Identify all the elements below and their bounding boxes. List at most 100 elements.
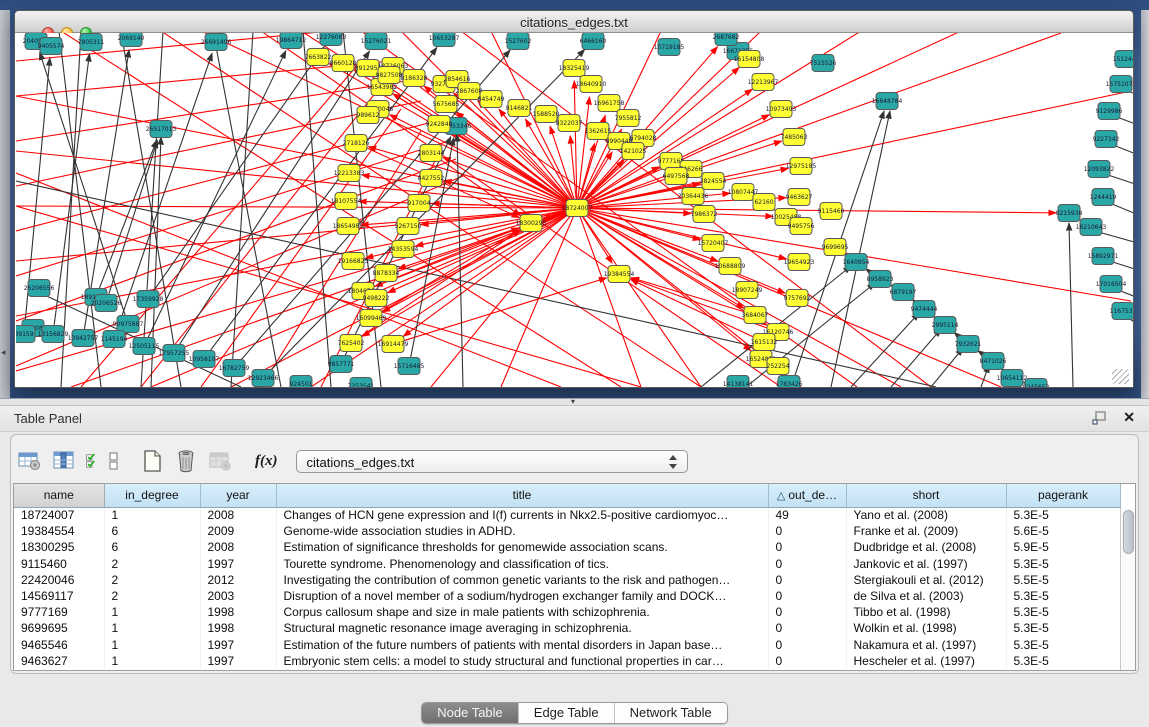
table-cell[interactable]: 2008	[200, 539, 276, 555]
table-cell[interactable]: Jankovic et al. (1997)	[846, 556, 1006, 572]
table-cell[interactable]: 0	[768, 539, 846, 555]
network-canvas[interactable]: 2040557940557478053112069140266914061986…	[16, 33, 1133, 387]
table-cell[interactable]: 2008	[200, 507, 276, 523]
table-cell[interactable]: Stergiakouli et al. (2012)	[846, 572, 1006, 588]
table-cell[interactable]: de Silva et al. (2003)	[846, 588, 1006, 604]
table-cell[interactable]: Structural magnetic resonance image aver…	[276, 620, 768, 636]
graph-edge[interactable]	[457, 134, 463, 387]
table-cell[interactable]: 1	[104, 653, 200, 669]
select-all-icon[interactable]	[85, 449, 99, 473]
table-cell[interactable]: 5.3E-5	[1006, 588, 1120, 604]
column-header-in_degree[interactable]: in_degree	[104, 484, 200, 507]
table-cell[interactable]: 22420046	[14, 572, 104, 588]
table-cell[interactable]: 5.3E-5	[1006, 620, 1120, 636]
table-cell[interactable]: 0	[768, 653, 846, 669]
table-row[interactable]: 969969511998Structural magnetic resonanc…	[14, 620, 1120, 636]
table-row[interactable]: 977716911998Corpus callosum shape and si…	[14, 604, 1120, 620]
table-cell[interactable]: Changes of HCN gene expression and I(f) …	[276, 507, 768, 523]
splitter-handle-icon[interactable]: ▾	[571, 397, 575, 406]
table-cell[interactable]: 6	[104, 523, 200, 539]
table-cell[interactable]: 5.5E-5	[1006, 572, 1120, 588]
table-cell[interactable]: Tourette syndrome. Phenomenology and cla…	[276, 556, 768, 572]
graph-edge[interactable]	[231, 33, 253, 387]
table-cell[interactable]: Yano et al. (2008)	[846, 507, 1006, 523]
graph-edge[interactable]	[40, 52, 126, 315]
table-cell[interactable]: Nakamura et al. (1997)	[846, 637, 1006, 653]
table-cell[interactable]: 1998	[200, 604, 276, 620]
table-cell[interactable]: Hescheler et al. (1997)	[846, 653, 1006, 669]
table-cell[interactable]: Embryonic stem cells: a model to study s…	[276, 653, 768, 669]
table-cell[interactable]: 0	[768, 523, 846, 539]
table-cell[interactable]: 0	[768, 556, 846, 572]
table-cell[interactable]: 1997	[200, 556, 276, 572]
table-cell[interactable]: 18724007	[14, 507, 104, 523]
table-cell[interactable]: Investigating the contribution of common…	[276, 572, 768, 588]
table-cell[interactable]: 18300295	[14, 539, 104, 555]
table-row[interactable]: 1830029562008Estimation of significance …	[14, 539, 1120, 555]
table-cell[interactable]: 2003	[200, 588, 276, 604]
table-cell[interactable]: Franke et al. (2009)	[846, 523, 1006, 539]
column-header-name[interactable]: name	[14, 484, 104, 507]
table-mode-icon[interactable]	[17, 449, 43, 473]
delete-columns-icon[interactable]	[173, 449, 199, 473]
column-header-out_de[interactable]: △out_de…	[768, 484, 846, 507]
graph-edge[interactable]	[931, 348, 963, 387]
column-header-year[interactable]: year	[200, 484, 276, 507]
function-builder-icon[interactable]: f(x)	[255, 453, 278, 470]
table-cell[interactable]: 1997	[200, 653, 276, 669]
graph-edge[interactable]	[577, 91, 1131, 208]
table-cell[interactable]: 5.3E-5	[1006, 556, 1120, 572]
show-columns-icon[interactable]	[51, 449, 77, 473]
table-cell[interactable]: 0	[768, 637, 846, 653]
create-new-column-icon[interactable]	[139, 449, 165, 473]
table-cell[interactable]: 9777169	[14, 604, 104, 620]
table-cell[interactable]: 14569117	[14, 588, 104, 604]
table-cell[interactable]: 1	[104, 637, 200, 653]
table-cell[interactable]: 6	[104, 539, 200, 555]
graph-edge[interactable]	[431, 208, 577, 387]
table-cell[interactable]: Disruption of a novel member of a sodium…	[276, 588, 768, 604]
table-cell[interactable]: 0	[768, 604, 846, 620]
table-scrollbar-thumb[interactable]	[1123, 510, 1134, 554]
column-header-pagerank[interactable]: pagerank	[1006, 484, 1120, 507]
table-cell[interactable]: 0	[768, 620, 846, 636]
resize-grip-icon[interactable]	[1112, 369, 1129, 384]
table-cell[interactable]: 2009	[200, 523, 276, 539]
column-header-title[interactable]: title	[276, 484, 768, 507]
table-cell[interactable]: Genome-wide association studies in ADHD.	[276, 523, 768, 539]
tab-node-table[interactable]: Node Table	[422, 703, 518, 723]
table-cell[interactable]: 2	[104, 588, 200, 604]
graph-edge[interactable]	[16, 181, 936, 387]
table-row[interactable]: 946554611997Estimation of the future num…	[14, 637, 1120, 653]
window-titlebar[interactable]: citations_edges.txt	[15, 11, 1133, 33]
table-cell[interactable]: 5.3E-5	[1006, 653, 1120, 669]
table-cell[interactable]: 5.3E-5	[1006, 637, 1120, 653]
table-cell[interactable]: 1998	[200, 620, 276, 636]
table-cell[interactable]: 1	[104, 620, 200, 636]
graph-edge[interactable]	[1069, 223, 1073, 387]
table-cell[interactable]: 5.3E-5	[1006, 604, 1120, 620]
graph-edge[interactable]	[148, 51, 286, 338]
tab-network-table[interactable]: Network Table	[614, 703, 727, 723]
right-splitter-strip[interactable]	[1141, 10, 1149, 398]
table-row[interactable]: 2242004622012Investigating the contribut…	[14, 572, 1120, 588]
table-cell[interactable]: 9465546	[14, 637, 104, 653]
graph-edge[interactable]	[402, 278, 607, 341]
collapse-left-icon[interactable]: ◂	[1, 348, 6, 357]
table-cell[interactable]: 19384554	[14, 523, 104, 539]
table-cell[interactable]: 0	[768, 588, 846, 604]
table-cell[interactable]: 2012	[200, 572, 276, 588]
horizontal-splitter[interactable]: ▾	[0, 398, 1149, 406]
column-header-short[interactable]: short	[846, 484, 1006, 507]
tab-edge-table[interactable]: Edge Table	[518, 703, 614, 723]
table-cell[interactable]: 1	[104, 604, 200, 620]
delete-table-icon[interactable]	[207, 449, 233, 473]
table-cell[interactable]: 1997	[200, 637, 276, 653]
table-cell[interactable]: 2	[104, 556, 200, 572]
table-cell[interactable]: Estimation of the future numbers of pati…	[276, 637, 768, 653]
table-row[interactable]: 1872400712008Changes of HCN gene express…	[14, 507, 1120, 523]
close-panel-icon[interactable]: ✕	[1123, 409, 1135, 426]
select-none-icon[interactable]	[107, 449, 121, 473]
table-cell[interactable]: 2	[104, 572, 200, 588]
table-row[interactable]: 911546021997Tourette syndrome. Phenomeno…	[14, 556, 1120, 572]
